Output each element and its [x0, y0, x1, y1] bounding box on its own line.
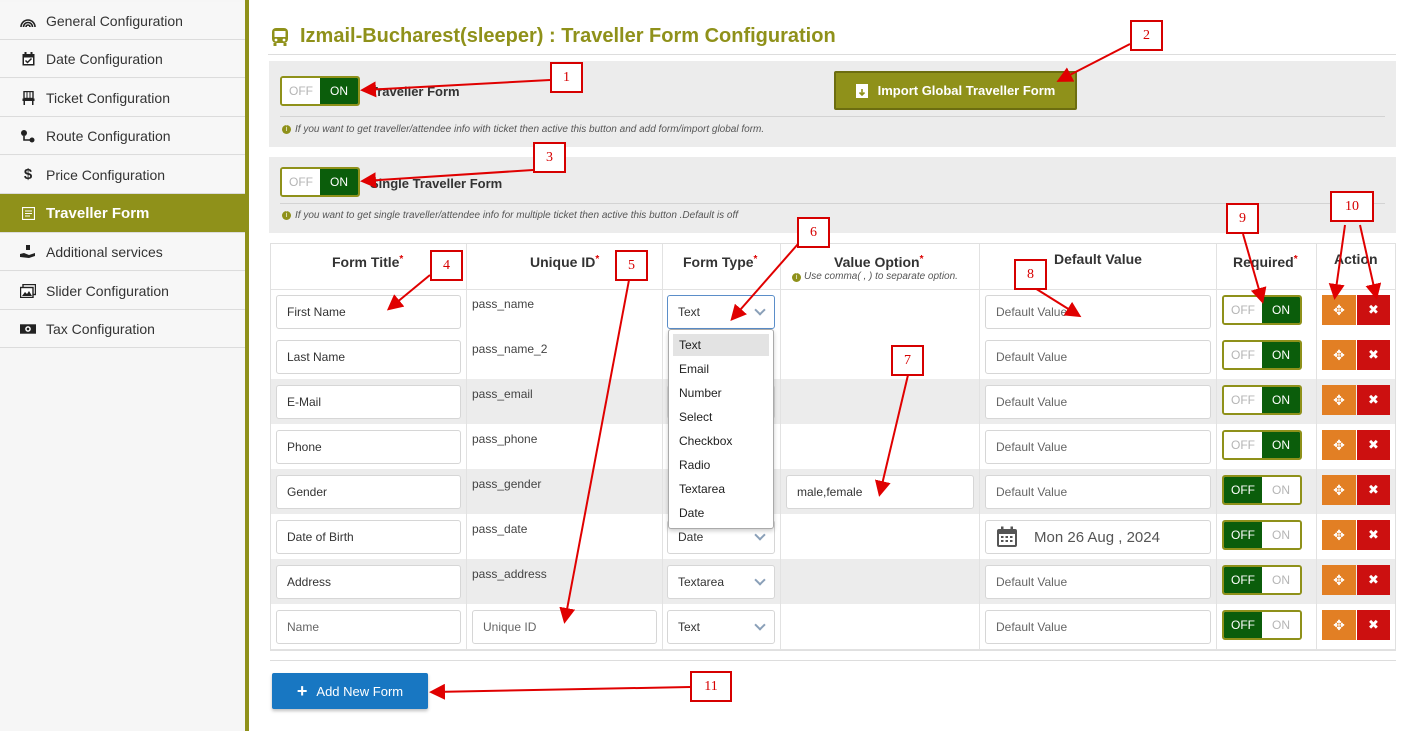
annotation-11: 11 [690, 671, 732, 702]
annotation-4: 4 [430, 250, 463, 281]
annotation-10: 10 [1330, 191, 1374, 222]
annotation-3: 3 [533, 142, 566, 173]
annotation-7: 7 [891, 345, 924, 376]
annotation-6: 6 [797, 217, 830, 248]
annotation-9: 9 [1226, 203, 1259, 234]
annotation-5: 5 [615, 250, 648, 281]
annotation-8: 8 [1014, 259, 1047, 290]
page: { "sidebar": { "items": [ {"label": "Gen… [0, 0, 1418, 731]
annotation-arrows [360, 43, 1382, 700]
annotation-2: 2 [1130, 20, 1163, 51]
annotation-1: 1 [550, 62, 583, 93]
